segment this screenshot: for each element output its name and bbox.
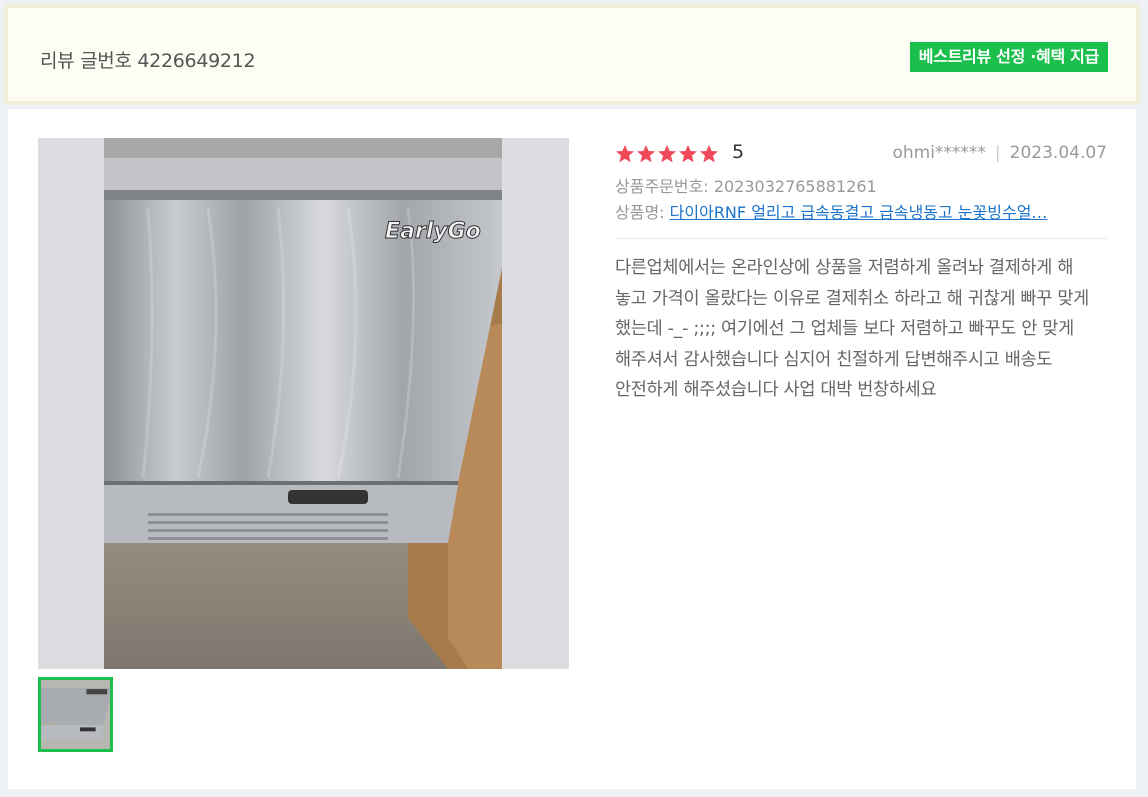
star-icon xyxy=(637,145,655,163)
review-info: 5 ohmi****** | 2023.04.07 상품주문번호: 20230327… xyxy=(615,138,1107,406)
freezer-photo-illustration: EarlyGo xyxy=(104,138,502,669)
review-photo[interactable]: EarlyGo xyxy=(38,138,569,669)
review-body: EarlyGo 5 ohmi****** | 2023.04.07 상품주문번호… xyxy=(8,109,1136,789)
review-number-title: 리뷰 글번호 4226649212 xyxy=(40,50,256,72)
review-date: 2023.04.07 xyxy=(1009,143,1107,163)
star-icon xyxy=(658,145,676,163)
review-meta: ohmi****** | 2023.04.07 xyxy=(892,143,1107,163)
thumbnail-illustration xyxy=(41,680,110,749)
star-rating xyxy=(615,144,719,164)
photo-thumbnail[interactable] xyxy=(38,677,113,752)
author-id: ohmi****** xyxy=(892,143,986,163)
star-icon xyxy=(700,145,718,163)
review-header: 리뷰 글번호 4226649212 베스트리뷰 선정 ·혜택 지급 xyxy=(4,4,1140,105)
rating-row: 5 ohmi****** | 2023.04.07 xyxy=(615,138,1107,170)
product-name-row: 상품명: 다이아RNF 얼리고 급속동결고 급속냉동고 눈꽃빙수얼… xyxy=(615,200,1085,226)
brand-logo-text: EarlyGo xyxy=(385,219,481,244)
order-number-label: 상품주문번호: xyxy=(615,177,709,196)
rating-score: 5 xyxy=(732,141,745,163)
order-number-value: 2023032765881261 xyxy=(713,177,877,196)
star-icon xyxy=(616,145,634,163)
product-name-label: 상품명: xyxy=(615,203,665,222)
best-review-badge: 베스트리뷰 선정 ·혜택 지급 xyxy=(909,42,1108,72)
order-number-row: 상품주문번호: 2023032765881261 xyxy=(615,174,1107,200)
star-icon xyxy=(679,145,697,163)
review-text: 다른업체에서는 온라인상에 상품을 저렴하게 올려놔 결제하게 해 놓고 가격이… xyxy=(615,258,1089,400)
product-name-link[interactable]: 다이아RNF 얼리고 급속동결고 급속냉동고 눈꽃빙수얼… xyxy=(670,203,1048,222)
meta-separator: | xyxy=(994,143,1001,163)
divider xyxy=(615,238,1107,239)
